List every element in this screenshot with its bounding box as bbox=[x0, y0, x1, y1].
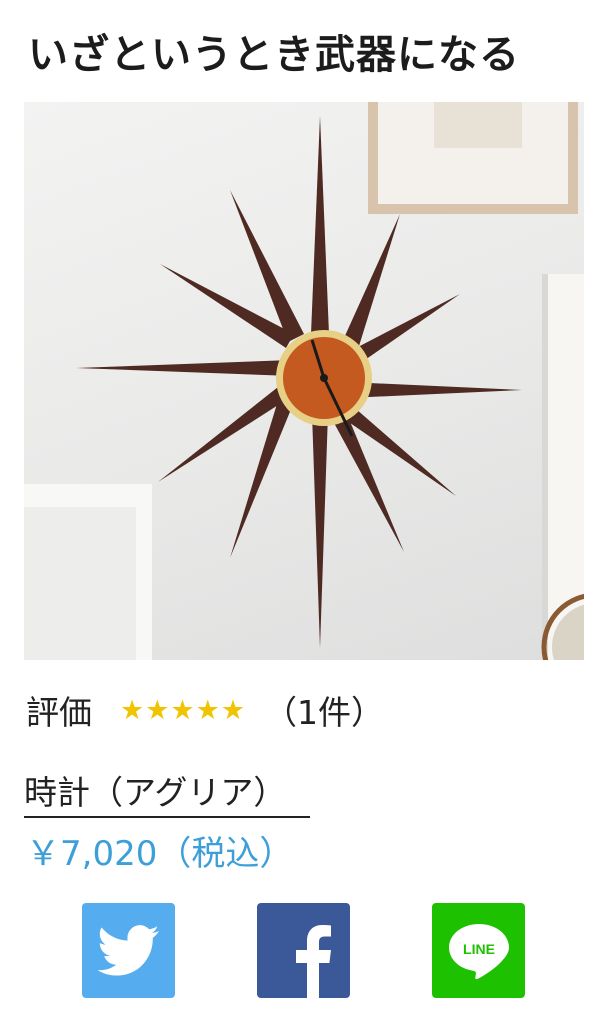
rating-label: 評価 bbox=[26, 693, 92, 732]
facebook-icon bbox=[296, 925, 331, 998]
rating-count: （1件） bbox=[264, 693, 385, 732]
facebook-share-button[interactable] bbox=[257, 903, 350, 998]
line-icon-text: LINE bbox=[463, 941, 495, 957]
line-share-button[interactable]: LINE bbox=[432, 903, 525, 998]
twitter-share-button[interactable] bbox=[82, 903, 175, 998]
product-name-link[interactable]: 時計（アグリア） bbox=[24, 766, 311, 818]
page-title: いざというとき武器になる bbox=[28, 32, 520, 78]
rating-stars: ★★★★★ bbox=[120, 694, 247, 726]
product-price: ￥7,020（税込） bbox=[26, 834, 294, 874]
line-icon: LINE bbox=[448, 923, 509, 979]
rating-row: 評価 ★★★★★ （1件） bbox=[26, 686, 384, 734]
product-image[interactable] bbox=[24, 102, 584, 660]
twitter-icon bbox=[97, 924, 159, 976]
